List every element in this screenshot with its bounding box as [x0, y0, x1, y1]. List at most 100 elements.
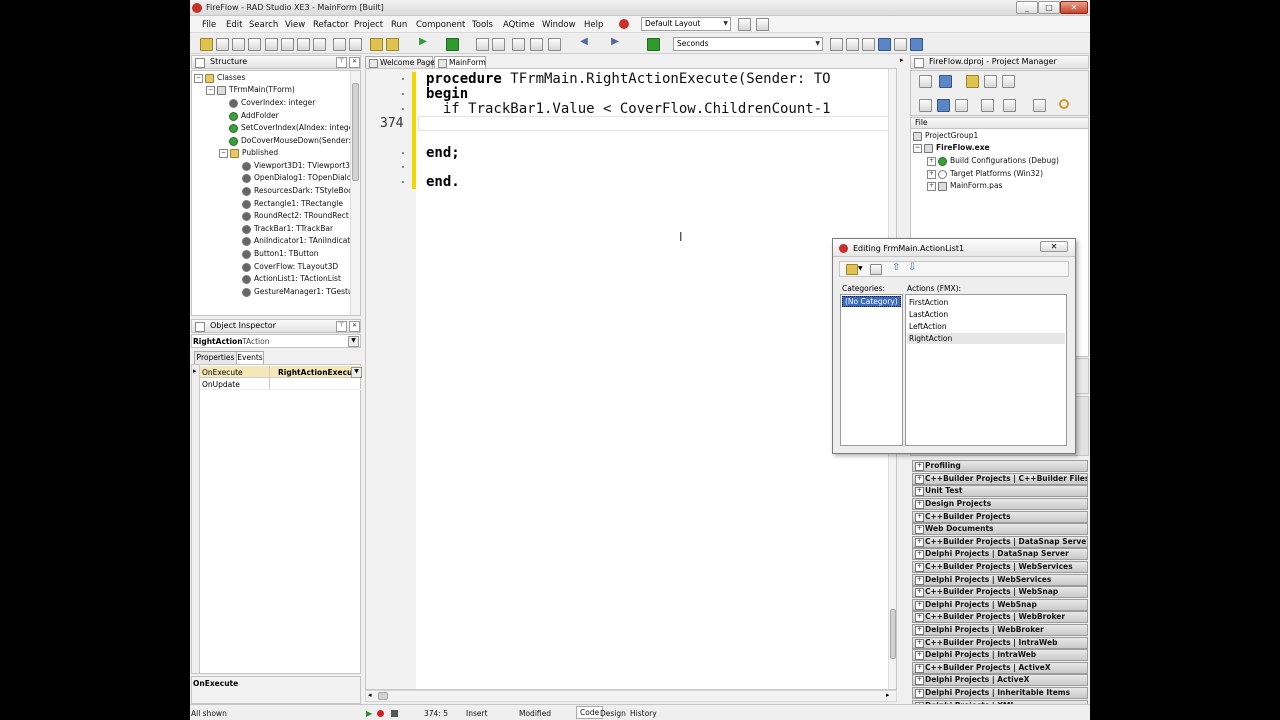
- tree-item[interactable]: Button1: TButton: [242, 249, 319, 259]
- profile-icon[interactable]: [830, 38, 843, 51]
- expand-icon[interactable]: +: [915, 538, 924, 547]
- expand-icon[interactable]: +: [915, 563, 924, 572]
- menu-aqtime[interactable]: AQtime: [503, 20, 535, 30]
- collapse-icon[interactable]: −: [219, 148, 228, 158]
- pause-icon[interactable]: [476, 38, 489, 51]
- dialog-close-button[interactable]: ✕: [1040, 241, 1068, 252]
- add-icon[interactable]: [966, 75, 979, 88]
- tree-item[interactable]: RoundRect2: TRoundRect: [242, 211, 349, 221]
- tab-history[interactable]: History: [630, 709, 657, 718]
- expand-icon[interactable]: +: [915, 601, 924, 610]
- tree-item[interactable]: − TFrmMain(TForm): [206, 85, 295, 95]
- gallery-category[interactable]: + Delphi Projects | Inheritable Items: [912, 687, 1088, 699]
- gallery-category[interactable]: + Delphi Projects | WebSnap: [912, 599, 1088, 611]
- aqtime-run-icon[interactable]: [878, 38, 891, 51]
- add-to-project-icon[interactable]: [297, 38, 310, 51]
- gallery-category[interactable]: + C++Builder Projects | IntraWeb: [912, 637, 1088, 649]
- menu-project[interactable]: Project: [354, 20, 383, 30]
- tree-item[interactable]: − Published: [219, 148, 278, 158]
- gallery-category[interactable]: + Delphi Projects | DataSnap Server: [912, 548, 1088, 560]
- pin-icon[interactable]: ⊤: [336, 321, 347, 332]
- time-unit-combo[interactable]: Seconds ▼: [673, 37, 823, 51]
- code-editor[interactable]: 374 procedure TFrmMain.RightActionExecut…: [365, 68, 897, 690]
- tree-item[interactable]: CoverFlow: TLayout3D: [242, 262, 338, 272]
- expand-icon[interactable]: +: [915, 550, 924, 559]
- close-button[interactable]: ✕: [1060, 1, 1088, 14]
- stop-icon[interactable]: [492, 38, 505, 51]
- scrollbar-thumb[interactable]: [352, 83, 359, 181]
- gallery-category[interactable]: + Web Documents: [912, 523, 1088, 535]
- tab-scroll-icon[interactable]: ▸: [900, 56, 908, 68]
- gallery-category[interactable]: + C++Builder Projects | C++Builder Files: [912, 473, 1088, 485]
- activate-icon[interactable]: [919, 75, 932, 88]
- tree-item[interactable]: ProjectGroup1: [913, 131, 978, 141]
- chevron-down-icon[interactable]: ▼: [858, 265, 863, 272]
- tab-properties[interactable]: Properties: [194, 351, 237, 364]
- layout-combo[interactable]: Default Layout ▼: [641, 17, 731, 31]
- save-all-icon[interactable]: [248, 38, 261, 51]
- actions-list[interactable]: FirstAction LastAction LeftAction RightA…: [905, 294, 1067, 446]
- menu-search[interactable]: Search: [249, 20, 278, 30]
- maximize-button[interactable]: □: [1038, 1, 1060, 14]
- disk-icon[interactable]: [313, 38, 326, 51]
- stop-macro-icon[interactable]: [391, 710, 398, 717]
- tree-item[interactable]: + MainForm.pas: [927, 181, 1002, 191]
- menu-help[interactable]: Help: [584, 20, 603, 30]
- view-unit-icon[interactable]: [349, 38, 362, 51]
- expand-icon[interactable]: +: [915, 689, 924, 698]
- list-item[interactable]: LeftAction: [909, 322, 947, 331]
- tab-design[interactable]: Design: [600, 709, 626, 718]
- expand-icon[interactable]: +: [915, 651, 924, 660]
- remove-icon[interactable]: [984, 75, 997, 88]
- scroll-left-icon[interactable]: ◂: [368, 691, 372, 699]
- event-value[interactable]: RightActionExecute: [278, 368, 361, 377]
- tree-item[interactable]: AddFolder: [229, 111, 279, 121]
- tree-item[interactable]: ResourcesDark: TStyleBook: [242, 186, 357, 196]
- minimize-button[interactable]: _: [1016, 1, 1038, 14]
- menu-window[interactable]: Window: [542, 20, 576, 30]
- menu-component[interactable]: Component: [416, 20, 465, 30]
- toggle-form-icon[interactable]: [370, 38, 383, 51]
- expand-icon[interactable]: [937, 99, 950, 112]
- expand-icon[interactable]: +: [915, 500, 924, 509]
- trace-into-icon[interactable]: [512, 38, 525, 51]
- scroll-right-icon[interactable]: ▸: [886, 691, 890, 699]
- open-icon[interactable]: [216, 38, 229, 51]
- menu-view[interactable]: View: [285, 20, 305, 30]
- event-row[interactable]: OnExecute RightActionExecute ▼: [200, 366, 362, 378]
- open-project-icon[interactable]: [265, 38, 278, 51]
- new-icon[interactable]: [939, 75, 952, 88]
- expand-icon[interactable]: +: [927, 169, 936, 179]
- expand-icon[interactable]: +: [915, 588, 924, 597]
- menu-tools[interactable]: Tools: [472, 20, 493, 30]
- object-selector[interactable]: RightAction TAction ▼: [191, 334, 361, 348]
- expand-icon[interactable]: +: [927, 181, 936, 191]
- help-book-icon[interactable]: [647, 38, 660, 51]
- gallery-category[interactable]: + Delphi Projects | ActiveX: [912, 674, 1088, 686]
- tree-item[interactable]: SetCoverIndex(AIndex: intege: [229, 123, 353, 133]
- gallery-category[interactable]: + Design Projects: [912, 498, 1088, 510]
- new-item-icon[interactable]: [200, 38, 213, 51]
- tree-item[interactable]: Rectangle1: TRectangle: [242, 199, 343, 209]
- expand-icon[interactable]: +: [915, 525, 924, 534]
- close-icon[interactable]: ✕: [349, 57, 360, 68]
- reopen-icon[interactable]: [281, 38, 294, 51]
- view-icon[interactable]: [981, 99, 994, 112]
- run-icon[interactable]: ▶: [417, 36, 429, 47]
- expand-icon[interactable]: +: [915, 626, 924, 635]
- gallery-category[interactable]: + C++Builder Projects | WebSnap: [912, 586, 1088, 598]
- refresh-icon[interactable]: [1059, 99, 1069, 109]
- move-up-icon[interactable]: ⇧: [892, 262, 900, 273]
- run-without-debug-icon[interactable]: [446, 38, 459, 51]
- tree-item[interactable]: DoCoverMouseDown(Sender: T: [229, 136, 358, 146]
- list-item[interactable]: (No Category): [842, 296, 901, 307]
- list-item[interactable]: FirstAction: [909, 298, 948, 307]
- collapse-icon[interactable]: −: [194, 73, 203, 83]
- new-action-icon[interactable]: [846, 264, 858, 275]
- chevron-down-icon[interactable]: ▼: [351, 367, 362, 378]
- structure-scrollbar[interactable]: [350, 71, 360, 315]
- code-icon[interactable]: [894, 38, 907, 51]
- tree-item[interactable]: − FireFlow.exe: [913, 143, 990, 153]
- expand-icon[interactable]: +: [915, 475, 924, 484]
- build-icon[interactable]: [1003, 99, 1016, 112]
